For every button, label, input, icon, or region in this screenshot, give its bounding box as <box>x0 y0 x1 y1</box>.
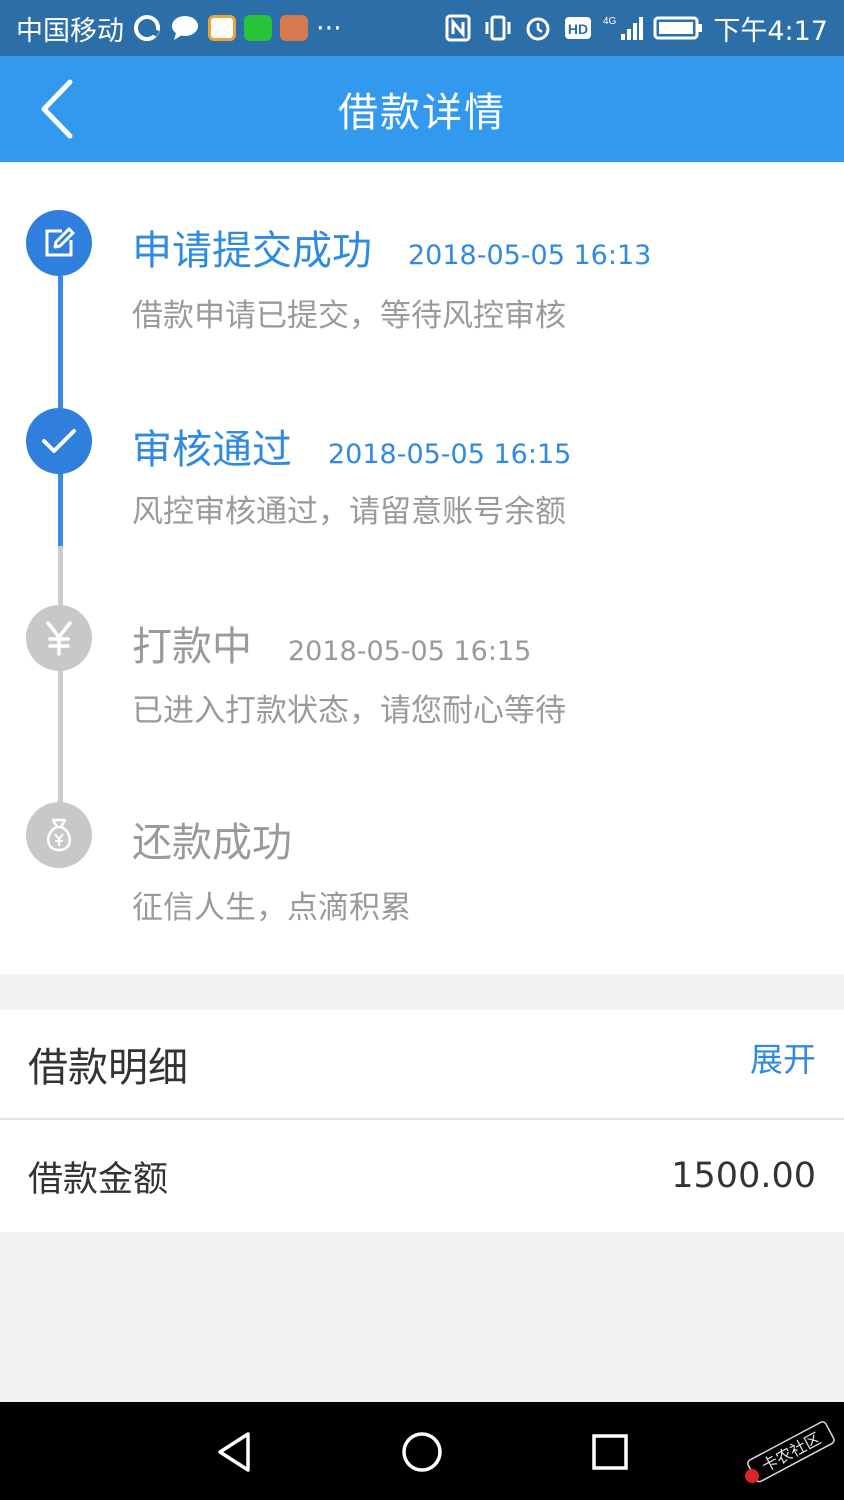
message-app-icon <box>170 13 200 43</box>
check-icon <box>42 429 76 453</box>
square-recents-icon <box>592 1434 628 1470</box>
nav-back-button[interactable] <box>206 1424 262 1480</box>
step-title: 申请提交成功 <box>132 228 372 274</box>
step-description: 借款申请已提交，等待风控审核 <box>132 298 566 334</box>
network-type-label: 4G <box>603 16 617 27</box>
step-title: 审核通过 <box>132 427 292 473</box>
step-time: 2018-05-05 16:15 <box>328 439 572 470</box>
loan-amount-label: 借款金额 <box>28 1159 169 1200</box>
step-header: 打款中 2018-05-05 16:15 <box>132 614 531 672</box>
step-description: 征信人生，点滴积累 <box>132 890 411 926</box>
step-header: 审核通过 2018-05-05 16:15 <box>132 417 571 475</box>
status-bar: 中国移动 ··· HD 4G 下午4:17 <box>0 0 844 56</box>
news-app-icon <box>208 15 236 41</box>
back-button[interactable] <box>26 76 86 142</box>
vibrate-icon <box>483 13 513 43</box>
expand-link[interactable]: 展开 <box>750 1033 816 1081</box>
game-app-icon <box>280 15 308 41</box>
chevron-left-icon <box>41 79 73 139</box>
loan-detail-card: 借款明细 展开 借款金额 1500.00 <box>0 1010 844 1232</box>
loan-detail-title: 借款明细 <box>28 1045 188 1091</box>
step-title: 打款中 <box>132 624 252 670</box>
timeline-line-pending <box>58 546 63 808</box>
edit-icon <box>45 227 75 257</box>
iqiyi-app-icon <box>244 15 272 41</box>
step-node-approved <box>26 408 92 474</box>
app-header: 借款详情 <box>0 56 844 162</box>
watermark-logo: 卡农社区 <box>740 1410 840 1490</box>
step-node-disbursing <box>26 605 92 671</box>
page-title: 借款详情 <box>338 90 506 136</box>
loan-amount-row: 借款金额 1500.00 <box>0 1120 844 1232</box>
clock-label: 下午4:17 <box>713 15 828 47</box>
nav-recents-button[interactable] <box>582 1424 638 1480</box>
watermark-logo-icon: 卡农社区 <box>745 1421 835 1483</box>
alarm-icon <box>523 13 553 43</box>
step-node-repaid <box>26 802 92 868</box>
system-nav-bar <box>0 1402 844 1500</box>
more-notifications: ··· <box>316 12 342 44</box>
step-header: 还款成功 <box>132 810 328 868</box>
money-bag-icon <box>47 818 71 852</box>
nfc-icon <box>443 13 473 43</box>
carrier-label: 中国移动 <box>16 15 124 47</box>
step-time: 2018-05-05 16:13 <box>408 240 652 271</box>
browser-app-icon <box>132 13 162 43</box>
circle-home-icon <box>402 1432 442 1472</box>
signal-icon: 4G <box>603 13 644 43</box>
loan-amount-value: 1500.00 <box>671 1156 816 1196</box>
step-description: 已进入打款状态，请您耐心等待 <box>132 693 566 729</box>
nav-home-button[interactable] <box>394 1424 450 1480</box>
hd-voice-icon: HD <box>563 13 593 43</box>
status-right: HD 4G 下午4:17 <box>443 9 828 48</box>
step-time: 2018-05-05 16:15 <box>288 636 532 667</box>
loan-detail-header: 借款明细 展开 <box>0 1010 844 1118</box>
yen-icon <box>46 621 72 656</box>
step-header: 申请提交成功 2018-05-05 16:13 <box>132 218 651 276</box>
progress-timeline: 申请提交成功 2018-05-05 16:13 借款申请已提交，等待风控审核 审… <box>0 162 844 974</box>
step-description: 风控审核通过，请留意账号余额 <box>132 494 566 530</box>
step-node-submitted <box>26 210 92 276</box>
svg-text:HD: HD <box>568 21 588 37</box>
battery-icon <box>653 13 703 43</box>
status-left: 中国移动 ··· <box>16 9 342 48</box>
step-title: 还款成功 <box>132 820 292 866</box>
triangle-back-icon <box>218 1432 250 1472</box>
